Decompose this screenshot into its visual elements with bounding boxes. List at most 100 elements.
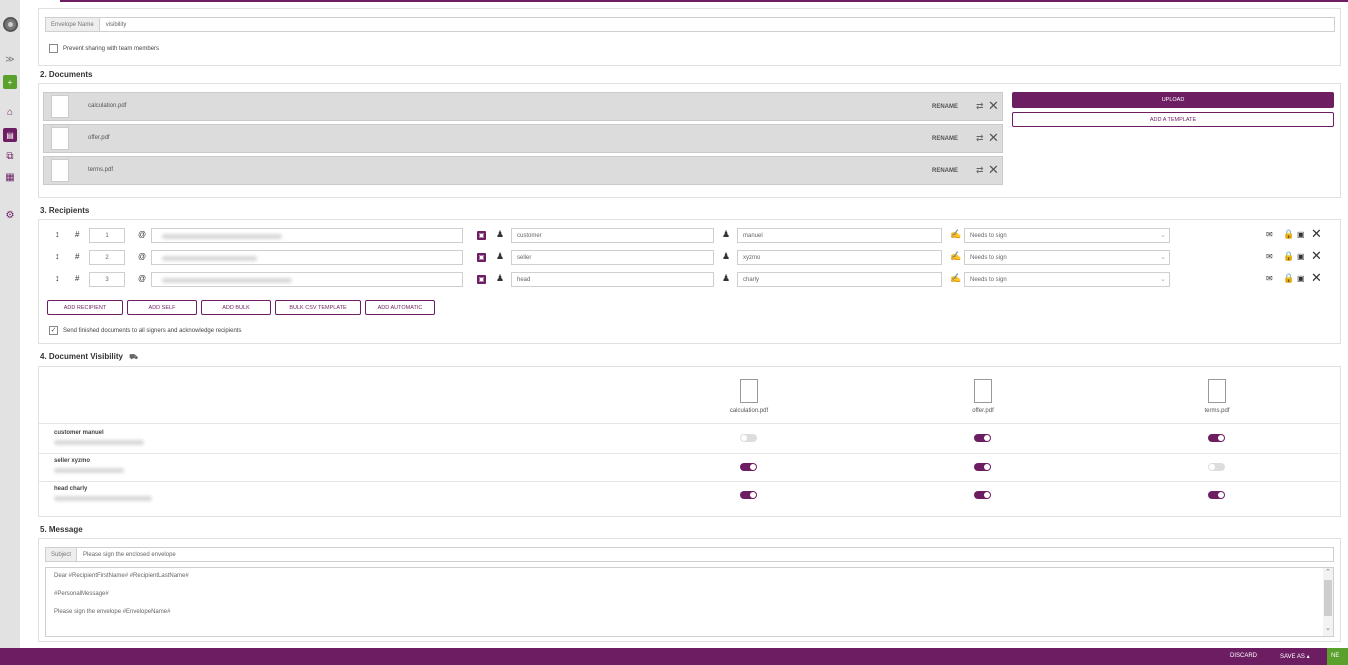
settings-icon[interactable]: ⚙ (3, 208, 17, 222)
visibility-toggle[interactable] (740, 434, 757, 442)
first-name-input[interactable]: customer (511, 228, 714, 243)
recipient-row: ↕ # 1 @ ▣ ♟ customer ♟ manuel ✍ Needs to… (39, 226, 1339, 244)
email-icon[interactable]: ✉ (1266, 230, 1273, 239)
subject-field[interactable]: Subject Please sign the enclosed envelop… (45, 547, 1334, 562)
document-name: calculation.pdf (88, 103, 127, 109)
bulk-csv-template-button[interactable]: BULK CSV TEMPLATE (275, 300, 361, 315)
subject-value: Please sign the enclosed envelope (83, 551, 176, 558)
visibility-toggle[interactable] (974, 434, 991, 442)
replace-document-icon[interactable]: ⇄ (976, 133, 984, 144)
action-select[interactable]: Needs to sign ⌄ (964, 228, 1170, 243)
add-bulk-button[interactable]: ADD BULK (201, 300, 271, 315)
visibility-info-icon[interactable]: ⛟ (129, 354, 138, 361)
lock-icon[interactable]: 🔒 (1283, 273, 1294, 284)
new-document-icon[interactable]: + (3, 75, 17, 89)
scrollbar-thumb[interactable] (1324, 580, 1332, 616)
visibility-toggle[interactable] (1208, 463, 1225, 471)
drag-handle-icon[interactable]: ↕ (55, 273, 60, 283)
remove-recipient-icon[interactable]: ✕ (1311, 248, 1322, 264)
recipient-email-blur (54, 440, 144, 445)
contacts-icon[interactable]: ▣ (477, 231, 486, 240)
visibility-toggle[interactable] (974, 463, 991, 471)
send-finished-checkbox[interactable]: ✓ (49, 326, 58, 335)
message-body-line: Please sign the envelope #EnvelopeName# (54, 609, 171, 615)
contacts-icon[interactable]: ▣ (477, 253, 486, 262)
first-name-input[interactable]: head (511, 272, 714, 287)
visibility-title-text: 4. Document Visibility (40, 352, 123, 361)
upload-button[interactable]: UPLOAD (1012, 92, 1334, 108)
rename-button[interactable]: RENAME (932, 136, 958, 142)
email-icon[interactable]: ✉ (1266, 252, 1273, 261)
email-input[interactable] (151, 272, 463, 287)
visibility-toggle[interactable] (1208, 491, 1225, 499)
recipient-row: ↕ # 3 @ ▣ ♟ head ♟ charly ✍ Needs to sig… (39, 270, 1339, 288)
action-value: Needs to sign (970, 276, 1007, 283)
last-name-input[interactable]: xyzmo (737, 250, 942, 265)
scroll-down-icon[interactable]: ⌄ (1325, 624, 1331, 632)
visibility-toggle[interactable] (974, 491, 991, 499)
scrollbar[interactable]: ⌃ ⌄ (1323, 568, 1333, 636)
action-value: Needs to sign (970, 232, 1007, 239)
add-template-button[interactable]: ADD A TEMPLATE (1012, 112, 1334, 127)
footer-bar: DISCARD SAVE AS ▴ NE (0, 648, 1348, 665)
order-input[interactable]: 1 (89, 228, 125, 243)
options-icon[interactable]: ▣ (1297, 252, 1305, 261)
expand-icon[interactable]: ≫ (3, 52, 17, 66)
copy-icon[interactable]: ⧉ (3, 149, 17, 163)
replace-document-icon[interactable]: ⇄ (976, 101, 984, 112)
order-input[interactable]: 3 (89, 272, 125, 287)
lock-icon[interactable]: 🔒 (1283, 229, 1294, 240)
prevent-sharing-checkbox[interactable] (49, 44, 58, 53)
envelope-name-field[interactable]: Envelope Name visibility (45, 17, 1335, 32)
options-icon[interactable]: ▣ (1297, 230, 1305, 239)
last-name-input[interactable]: manuel (737, 228, 942, 243)
remove-recipient-icon[interactable]: ✕ (1311, 270, 1322, 286)
remove-document-icon[interactable]: ✕ (988, 162, 999, 178)
action-select[interactable]: Needs to sign ⌄ (964, 250, 1170, 265)
remove-document-icon[interactable]: ✕ (988, 130, 999, 146)
first-name-input[interactable]: seller (511, 250, 714, 265)
rename-button[interactable]: RENAME (932, 104, 958, 110)
contacts-icon[interactable]: ▣ (477, 275, 486, 284)
message-body-textarea[interactable]: Dear #RecipientFirstName# #RecipientLast… (45, 567, 1334, 637)
remove-recipient-icon[interactable]: ✕ (1311, 226, 1322, 242)
add-self-button[interactable]: ADD SELF (127, 300, 197, 315)
email-blur (162, 278, 292, 283)
action-select[interactable]: Needs to sign ⌄ (964, 272, 1170, 287)
templates-icon[interactable]: ▦ (3, 170, 17, 184)
email-input[interactable] (151, 228, 463, 243)
at-icon: @ (138, 230, 147, 239)
lock-icon[interactable]: 🔒 (1283, 251, 1294, 262)
document-thumbnail (51, 127, 69, 150)
discard-button[interactable]: DISCARD (1230, 653, 1257, 659)
documents-icon[interactable]: ▤ (3, 128, 17, 142)
save-as-button[interactable]: SAVE AS ▴ (1280, 653, 1310, 660)
scroll-up-icon[interactable]: ⌃ (1325, 568, 1331, 576)
logo-icon[interactable] (3, 17, 18, 32)
person-icon: ♟ (496, 229, 505, 239)
at-icon: @ (138, 252, 147, 261)
add-recipient-button[interactable]: ADD RECIPIENT (47, 300, 123, 315)
order-input[interactable]: 2 (89, 250, 125, 265)
options-icon[interactable]: ▣ (1297, 274, 1305, 283)
hash-icon: # (75, 274, 80, 283)
next-button[interactable]: NE (1327, 648, 1348, 665)
last-name-input[interactable]: charly (737, 272, 942, 287)
envelope-name-label: Envelope Name (46, 18, 100, 31)
email-icon[interactable]: ✉ (1266, 274, 1273, 283)
document-row: offer.pdf RENAME ⇄ ✕ (43, 124, 1003, 153)
visibility-toggle[interactable] (740, 491, 757, 499)
remove-document-icon[interactable]: ✕ (988, 98, 999, 114)
message-section-title: 5. Message (40, 525, 83, 534)
replace-document-icon[interactable]: ⇄ (976, 165, 984, 176)
drag-handle-icon[interactable]: ↕ (55, 229, 60, 239)
visibility-toggle[interactable] (1208, 434, 1225, 442)
add-automatic-button[interactable]: ADD AUTOMATIC (365, 300, 435, 315)
document-thumbnail (51, 95, 69, 118)
drag-handle-icon[interactable]: ↕ (55, 251, 60, 261)
email-input[interactable] (151, 250, 463, 265)
visibility-toggle[interactable] (740, 463, 757, 471)
rename-button[interactable]: RENAME (932, 168, 958, 174)
person-icon: ♟ (496, 251, 505, 261)
home-icon[interactable]: ⌂ (3, 105, 17, 119)
